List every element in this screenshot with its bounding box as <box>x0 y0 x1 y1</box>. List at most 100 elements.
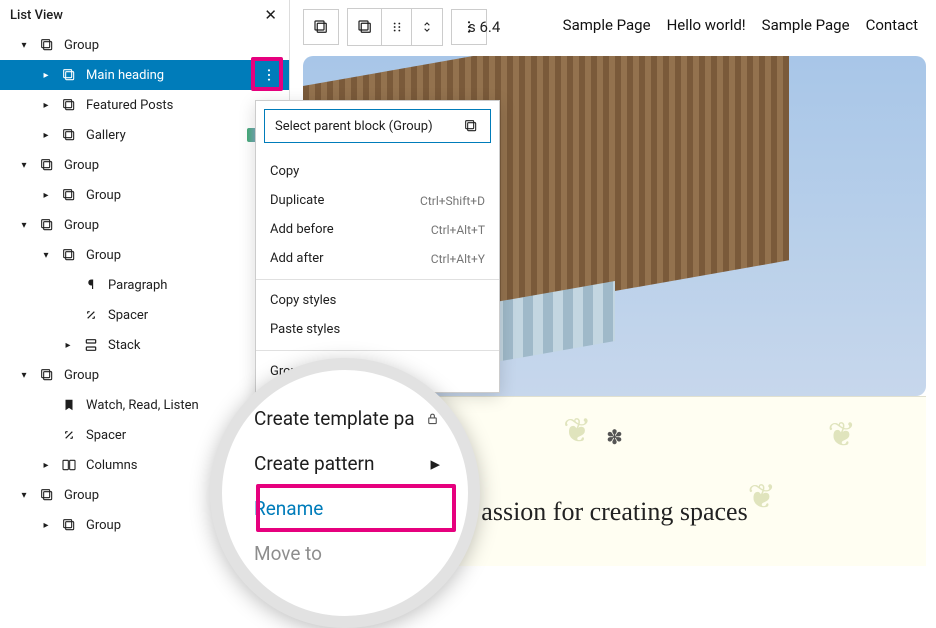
tree-row-group[interactable]: ▾ Group <box>0 30 289 60</box>
tree-row-group[interactable]: ▾ Group <box>0 360 289 390</box>
menu-label: Create template pa <box>254 407 415 430</box>
tree-label: Group <box>64 218 281 233</box>
paragraph-icon: ¶ <box>82 276 100 294</box>
menu-duplicate[interactable]: Duplicate Ctrl+Shift+D <box>256 186 499 215</box>
group-icon <box>60 186 78 204</box>
tree-label: Group <box>86 188 281 203</box>
tree-label: Featured Posts <box>86 98 281 113</box>
group-icon <box>60 246 78 264</box>
chevron-down-icon: ▾ <box>18 40 30 51</box>
tree-label: Gallery <box>86 128 239 143</box>
chevron-right-icon: ▸ <box>62 340 74 351</box>
stack-icon <box>82 336 100 354</box>
select-parent-button[interactable] <box>348 9 382 45</box>
group-icon <box>60 516 78 534</box>
menu-add-after[interactable]: Add after Ctrl+Alt+Y <box>256 244 499 273</box>
chevron-right-icon: ▸ <box>430 452 440 475</box>
group-icon <box>38 36 56 54</box>
nav-link[interactable]: Hello world! <box>667 16 746 34</box>
menu-label: Paste styles <box>270 322 340 337</box>
chevron-right-icon: ▸ <box>40 130 52 141</box>
menu-copy[interactable]: Copy <box>256 157 499 186</box>
chevron-down-icon: ▾ <box>18 490 30 501</box>
spacer-icon <box>82 306 100 324</box>
group-icon <box>38 366 56 384</box>
group-icon <box>38 216 56 234</box>
chevron-down-icon: ▾ <box>18 220 30 231</box>
tree-row-main-heading[interactable]: ▸ Main heading <box>0 60 289 90</box>
leaf-icon: ❦ <box>828 415 857 455</box>
block-toolbar <box>303 8 487 46</box>
tree-row-group[interactable]: ▾ Group <box>0 240 289 270</box>
tree-row-group[interactable]: ▸ Group <box>0 180 289 210</box>
block-toolbar-group <box>347 8 443 46</box>
list-view-title: List View <box>10 8 63 23</box>
shortcut: Ctrl+Alt+Y <box>431 252 485 266</box>
shortcut: Ctrl+Alt+T <box>431 223 485 237</box>
leaf-icon: ❦ <box>563 411 592 451</box>
group-icon <box>38 156 56 174</box>
list-view-header: List View ✕ <box>0 0 289 30</box>
menu-create-pattern[interactable]: Create pattern ▸ <box>248 441 446 486</box>
chevron-right-icon: ▸ <box>40 70 52 81</box>
tree-row-spacer[interactable]: Spacer <box>0 300 289 330</box>
menu-move-to[interactable]: Move to <box>248 531 446 576</box>
annotation-magnifier: Create template pa Create pattern ▸ Rena… <box>210 358 480 628</box>
menu-label: Create pattern <box>254 452 375 475</box>
menu-label: Rename <box>254 497 323 520</box>
menu-label: Add after <box>270 251 324 266</box>
chevron-down-icon: ▾ <box>40 250 52 261</box>
block-type-button[interactable] <box>303 9 339 45</box>
menu-label: Select parent block (Group) <box>275 119 433 134</box>
menu-label: Move to <box>254 542 322 565</box>
tree-label: Main heading <box>86 68 249 83</box>
drag-handle[interactable] <box>382 9 412 45</box>
tree-row-group[interactable]: ▾ Group <box>0 150 289 180</box>
site-navigation: Sample Page Hello world! Sample Page Con… <box>563 16 918 34</box>
tree-row-group[interactable]: ▾ Group <box>0 210 289 240</box>
move-up-down-button[interactable] <box>412 9 442 45</box>
tree-label: Group <box>64 158 281 173</box>
menu-copy-styles[interactable]: Copy styles <box>256 286 499 315</box>
pattern-headline: assion for creating spaces <box>481 497 747 527</box>
group-icon <box>462 117 480 135</box>
group-icon <box>38 486 56 504</box>
more-options-button[interactable] <box>257 63 281 87</box>
menu-label: Duplicate <box>270 193 324 208</box>
tree-row-gallery[interactable]: ▸ Gallery <box>0 120 289 150</box>
shortcut: Ctrl+Shift+D <box>420 194 485 208</box>
menu-add-before[interactable]: Add before Ctrl+Alt+T <box>256 215 499 244</box>
group-icon <box>60 66 78 84</box>
site-title-fragment: s 6.4 <box>468 18 500 36</box>
menu-label: Add before <box>270 222 334 237</box>
tree-row-featured-posts[interactable]: ▸ Featured Posts <box>0 90 289 120</box>
tree-label: Group <box>64 368 281 383</box>
close-icon[interactable]: ✕ <box>264 6 277 24</box>
tree-row-stack[interactable]: ▸ Stack <box>0 330 289 360</box>
tree-label: Group <box>86 248 281 263</box>
group-icon <box>60 96 78 114</box>
menu-label: Copy <box>270 164 299 179</box>
nav-link[interactable]: Contact <box>866 16 918 34</box>
chevron-right-icon: ▸ <box>40 100 52 111</box>
menu-rename[interactable]: Rename <box>248 486 446 531</box>
chevron-down-icon: ▾ <box>18 160 30 171</box>
spacer-icon <box>60 426 78 444</box>
menu-label: Copy styles <box>270 293 336 308</box>
menu-select-parent[interactable]: Select parent block (Group) <box>264 109 491 143</box>
chevron-right-icon: ▸ <box>40 460 52 471</box>
columns-icon <box>60 456 78 474</box>
block-options-menu: Select parent block (Group) Copy Duplica… <box>255 100 500 393</box>
nav-link[interactable]: Sample Page <box>563 16 651 34</box>
menu-paste-styles[interactable]: Paste styles <box>256 315 499 344</box>
leaf-icon: ❦ <box>748 477 777 517</box>
chevron-down-icon: ▾ <box>18 370 30 381</box>
menu-create-template-part[interactable]: Create template pa <box>248 396 446 441</box>
tree-label: Group <box>64 38 281 53</box>
chevron-right-icon: ▸ <box>40 190 52 201</box>
group-icon <box>60 126 78 144</box>
tree-row-paragraph[interactable]: ¶ Paragraph <box>0 270 289 300</box>
bookmark-icon <box>60 396 78 414</box>
nav-link[interactable]: Sample Page <box>762 16 850 34</box>
chevron-right-icon: ▸ <box>40 520 52 531</box>
